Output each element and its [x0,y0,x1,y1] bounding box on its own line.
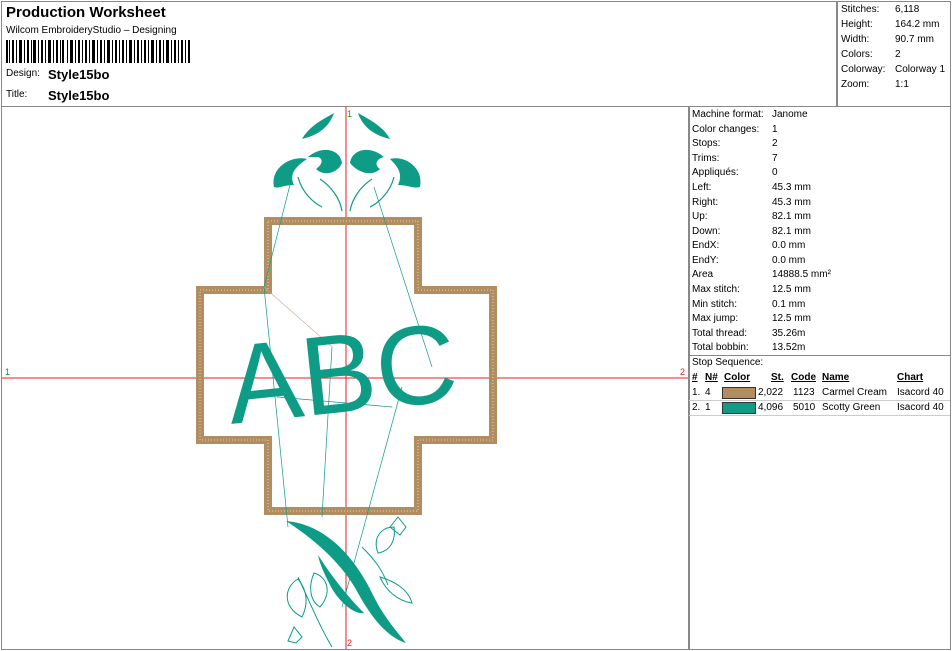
info-max-stitch: Max stitch: 12.5 mm [692,284,811,295]
design-stats: Stitches: 6,118 Height: 164.2 mm Width: 90.… [836,1,951,107]
axis-label-top: 1 [347,109,352,119]
col-header-n: N# [705,372,718,383]
info-machine-format: Machine format: Janome [692,109,808,120]
design-label: Design: [6,68,40,79]
info-stops: Stops: 2 [692,138,778,149]
stop-sequence-label: Stop Sequence: [692,357,764,368]
row-name: Scotty Green [822,402,881,413]
row-n: 1 [705,402,711,413]
software-name: Wilcom EmbroideryStudio – Designing [6,25,177,36]
stat-width: Width: 90.7 mm [841,34,934,45]
title-value: Style15bo [48,88,110,103]
axis-label-bottom: 2 [347,638,352,648]
col-header-name: Name [822,372,850,383]
color-swatch [722,387,756,399]
info-max-jump: Max jump: 12.5 mm [692,313,811,324]
monogram-text: ABC [221,299,463,447]
row-name: Carmel Cream [822,387,888,398]
info-up: Up: 82.1 mm [692,211,811,222]
color-swatch [722,402,756,414]
info-color-changes: Color changes: 1 [692,124,778,135]
row-num: 1. [692,387,701,398]
col-header-st: St. [771,372,784,383]
stat-height: Height: 164.2 mm [841,19,940,30]
row-divider [689,415,950,416]
info-area: Area 14888.5 mm² [692,269,831,280]
info-total-thread: Total thread: 35.26m [692,328,806,339]
row-code: 5010 [793,402,816,413]
stat-zoom: Zoom: 1:1 [841,79,909,90]
design-canvas: 1 2 1 2 ABC [2,107,689,649]
worksheet-header: Production Worksheet Wilcom EmbroiderySt… [1,1,838,107]
axis-label-left: 1 [5,367,10,377]
info-endx: EndX: 0.0 mm [692,240,806,251]
info-appliques: Appliqués: 0 [692,167,778,178]
info-min-stitch: Min stitch: 0.1 mm [692,299,806,310]
design-value: Style15bo [48,67,110,82]
title-label: Title: [6,89,28,100]
machine-info-panel: Machine format: Janome Color changes: 1 St… [688,106,951,650]
axis-label-right: 2 [680,367,685,377]
info-endy: EndY: 0.0 mm [692,255,806,266]
design-preview: 1 2 1 2 ABC [1,106,690,650]
top-ornament [273,113,421,212]
row-chart: Isacord 40 [897,387,944,398]
row-chart: Isacord 40 [897,402,944,413]
info-trims: Trims: 7 [692,153,778,164]
stat-stitches: Stitches: 6,118 [841,4,920,15]
row-num: 2. [692,402,701,413]
row-stitches: 4,096 [758,402,784,413]
info-right: Right: 45.3 mm [692,197,811,208]
row-n: 4 [705,387,711,398]
stat-colorway: Colorway: Colorway 1 [841,64,946,75]
row-code: 1123 [793,387,815,398]
row-divider [689,400,950,401]
row-stitches: 2,022 [758,387,784,398]
col-header-chart: Chart [897,372,924,383]
col-header-num: # [692,372,698,383]
divider [689,355,950,356]
stat-colors: Colors: 2 [841,49,901,60]
info-down: Down: 82.1 mm [692,226,811,237]
col-header-color: Color [724,372,751,383]
col-header-code: Code [791,372,816,383]
page-title: Production Worksheet [6,4,166,21]
info-total-bobbin: Total bobbin: 13.52m [692,342,806,353]
info-left: Left: 45.3 mm [692,182,811,193]
barcode-image [6,40,190,63]
